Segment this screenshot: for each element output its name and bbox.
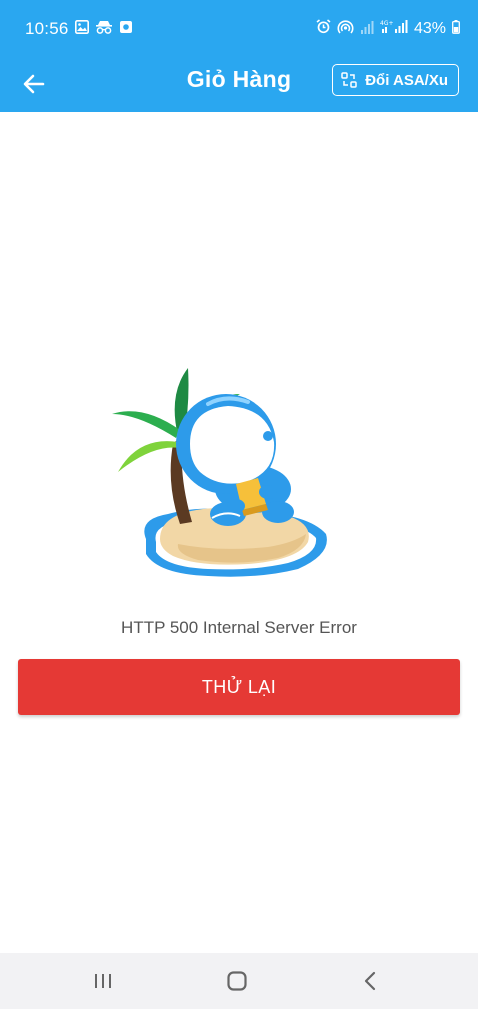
image-icon xyxy=(75,20,89,39)
status-right: 4G+ 43% xyxy=(316,19,460,39)
home-button[interactable] xyxy=(217,967,257,995)
home-icon xyxy=(227,971,247,991)
hotspot-icon xyxy=(337,19,354,39)
recent-apps-button[interactable] xyxy=(83,967,123,995)
status-left-icons xyxy=(75,20,133,39)
main-content: HTTP 500 Internal Server Error THỬ LẠI xyxy=(0,112,478,953)
system-nav-bar xyxy=(0,953,478,1009)
signal-icon xyxy=(360,20,374,39)
status-bar: 10:56 4G+ 43% xyxy=(0,0,478,56)
swap-icon xyxy=(341,72,357,88)
back-icon xyxy=(364,971,376,991)
battery-percent: 43% xyxy=(413,20,446,37)
battery-icon xyxy=(452,19,460,39)
retry-button[interactable]: THỬ LẠI xyxy=(18,659,460,715)
screenshot-icon xyxy=(119,20,133,39)
recent-apps-icon xyxy=(95,974,111,988)
status-time: 10:56 xyxy=(25,19,69,38)
island-mascot-illustration xyxy=(108,364,334,580)
app-header: Giỏ Hàng Đổi ASA/Xu xyxy=(0,56,478,112)
swap-button-label: Đổi ASA/Xu xyxy=(365,71,448,89)
system-back-button[interactable] xyxy=(350,967,390,995)
4g-signal-icon: 4G+ xyxy=(380,19,408,39)
error-message: HTTP 500 Internal Server Error xyxy=(121,618,357,637)
incognito-icon xyxy=(95,20,113,39)
svg-text:4G+: 4G+ xyxy=(380,20,394,27)
alarm-icon xyxy=(316,19,331,39)
swap-asa-xu-button[interactable]: Đổi ASA/Xu xyxy=(332,64,459,96)
